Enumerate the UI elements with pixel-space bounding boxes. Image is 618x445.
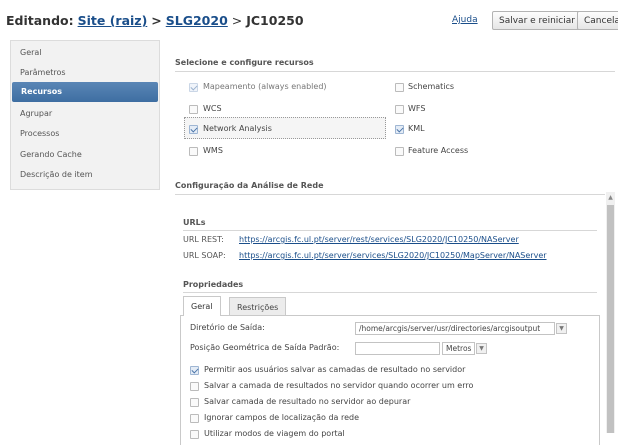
- capability-label-network-analysis[interactable]: Network Analysis: [203, 124, 272, 133]
- page-title: Editando: Site (raiz) > SLG2020 > JC1025…: [6, 13, 304, 28]
- option-checkbox-save-on-error[interactable]: [190, 382, 199, 391]
- capability-label-wfs: WFS: [408, 104, 426, 113]
- option-label-ignore-location-fields: Ignorar campos de localização da rede: [204, 413, 360, 422]
- option-label-portal-travel-modes: Utilizar modos de viagem do portal: [204, 429, 345, 438]
- soap-url-link[interactable]: https://arcgis.fc.ul.pt/server/services/…: [239, 251, 547, 260]
- urls-title: URLs: [183, 218, 206, 227]
- option-label-save-on-debug: Salvar camada de resultado no servidor a…: [204, 397, 411, 406]
- save-restart-button[interactable]: Salvar e reiniciar: [492, 11, 582, 30]
- divider: [175, 71, 615, 72]
- capability-label-wms: WMS: [203, 146, 223, 155]
- capability-checkbox-schematics[interactable]: [395, 83, 404, 92]
- scrollbar-thumb[interactable]: [607, 205, 614, 433]
- divider: [183, 292, 597, 293]
- breadcrumb-separator: >: [151, 13, 162, 28]
- service-name: JC10250: [246, 13, 304, 28]
- sidebar-item-general[interactable]: Geral: [11, 43, 159, 63]
- capability-label-feature-access: Feature Access: [408, 146, 469, 155]
- output-dir-select[interactable]: /home/arcgis/server/usr/directories/arcg…: [355, 322, 555, 335]
- sidebar-item-item-description[interactable]: Descrição de item: [11, 165, 159, 185]
- soap-url-label: URL SOAP:: [183, 251, 226, 260]
- rest-url-link[interactable]: https://arcgis.fc.ul.pt/server/rest/serv…: [239, 235, 519, 244]
- sidebar-item-processes[interactable]: Processos: [11, 124, 159, 144]
- network-config-title: Configuração da Análise de Rede: [175, 181, 324, 190]
- capability-checkbox-kml[interactable]: [395, 125, 404, 134]
- default-geo-label: Posição Geométrica de Saída Padrão:: [190, 343, 340, 352]
- chevron-down-icon[interactable]: ▼: [476, 343, 487, 354]
- tab-restrictions[interactable]: Restrições: [229, 297, 287, 316]
- divider: [175, 194, 605, 195]
- output-dir-label: Diretório de Saída:: [190, 323, 265, 332]
- sidebar-item-pooling[interactable]: Agrupar: [11, 104, 159, 124]
- breadcrumb-folder-link[interactable]: SLG2020: [166, 13, 228, 28]
- chevron-down-icon[interactable]: ▼: [556, 323, 567, 334]
- option-checkbox-save-on-debug[interactable]: [190, 398, 199, 407]
- sidebar-item-caching[interactable]: Gerando Cache: [11, 145, 159, 165]
- option-label-allow-save-results: Permitir aos usuários salvar as camadas …: [204, 365, 466, 374]
- capability-checkbox-mapping: [189, 83, 198, 92]
- option-checkbox-ignore-location-fields[interactable]: [190, 414, 199, 423]
- option-checkbox-allow-save-results[interactable]: [190, 366, 199, 375]
- editing-label: Editando:: [6, 13, 74, 28]
- capability-checkbox-wms[interactable]: [189, 147, 198, 156]
- breadcrumb-separator: >: [231, 13, 243, 28]
- divider: [183, 230, 597, 231]
- cancel-button[interactable]: Cancelar: [577, 11, 618, 30]
- sidebar-item-capabilities[interactable]: Recursos: [12, 82, 158, 102]
- capabilities-title: Selecione e configure recursos: [175, 58, 314, 67]
- breadcrumb-root-link[interactable]: Site (raiz): [78, 13, 148, 28]
- capability-label-kml[interactable]: KML: [408, 124, 425, 133]
- scroll-up-arrow-icon[interactable]: ▲: [606, 194, 615, 202]
- capability-label-mapping: Mapeamento (always enabled): [203, 82, 327, 91]
- units-select[interactable]: Metros: [442, 342, 475, 355]
- sidebar-item-parameters[interactable]: Parâmetros: [11, 63, 159, 83]
- help-link[interactable]: Ajuda: [452, 15, 478, 25]
- default-geo-input[interactable]: [355, 342, 440, 355]
- rest-url-label: URL REST:: [183, 235, 224, 244]
- option-checkbox-portal-travel-modes[interactable]: [190, 430, 199, 439]
- capability-checkbox-feature-access[interactable]: [395, 147, 404, 156]
- capability-label-schematics: Schematics: [408, 82, 455, 91]
- sidebar: Geral Parâmetros Recursos Agrupar Proces…: [10, 40, 160, 190]
- option-label-save-on-error: Salvar a camada de resultados no servido…: [204, 381, 474, 390]
- capability-checkbox-wcs[interactable]: [189, 105, 198, 114]
- properties-title: Propriedades: [183, 280, 244, 289]
- capability-checkbox-network-analysis[interactable]: [189, 125, 198, 134]
- capability-label-wcs: WCS: [203, 104, 222, 113]
- capability-checkbox-wfs[interactable]: [395, 105, 404, 114]
- tab-general[interactable]: Geral: [183, 296, 221, 316]
